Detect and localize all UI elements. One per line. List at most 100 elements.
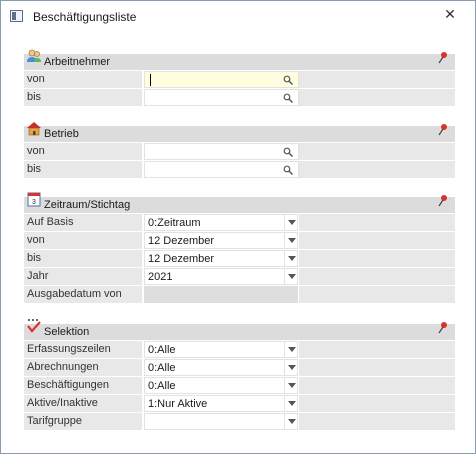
- section-header: 3 Zeitraum/Stichtag: [24, 192, 455, 213]
- field-label: Abrechnungen: [24, 359, 142, 376]
- search-icon[interactable]: [283, 165, 293, 175]
- row-tarifgruppe: Tarifgruppe: [24, 413, 455, 431]
- row-erfassungszeilen: Erfassungszeilen 0:Alle: [24, 341, 455, 359]
- checkmark-icon: [27, 319, 41, 333]
- close-button[interactable]: ✕: [438, 5, 462, 23]
- chevron-down-icon[interactable]: [284, 269, 297, 284]
- row-filler: [299, 395, 455, 412]
- chevron-down-icon[interactable]: [284, 360, 297, 375]
- field-label: Erfassungszeilen: [24, 341, 142, 358]
- text-caret: [150, 74, 151, 86]
- chevron-down-icon[interactable]: [284, 342, 297, 357]
- chevron-down-icon[interactable]: [284, 233, 297, 248]
- tarifgruppe-select[interactable]: [144, 413, 298, 430]
- row-filler: [299, 250, 455, 267]
- row-filler: [299, 413, 455, 430]
- row-filler: [299, 161, 455, 178]
- chevron-down-icon[interactable]: [284, 251, 297, 266]
- abrechnungen-select[interactable]: 0:Alle: [144, 359, 298, 376]
- row-filler: [299, 359, 455, 376]
- aktive-inaktive-select[interactable]: 1:Nur Aktive: [144, 395, 298, 412]
- row-arbeitnehmer-von: von: [24, 71, 455, 89]
- auf-basis-select[interactable]: 0:Zeitraum: [144, 214, 298, 231]
- section-header: Arbeitnehmer: [24, 49, 455, 70]
- calendar-icon: 3: [27, 192, 41, 207]
- chevron-down-icon[interactable]: [284, 215, 297, 230]
- row-filler: [299, 214, 455, 231]
- search-icon[interactable]: [283, 75, 293, 85]
- chevron-down-icon[interactable]: [284, 396, 297, 411]
- jahr-select[interactable]: 2021: [144, 268, 298, 285]
- building-icon: [27, 122, 41, 136]
- field-label: Beschäftigungen: [24, 377, 142, 394]
- row-zeitraum-bis: bis 12 Dezember: [24, 250, 455, 268]
- field-label: bis: [24, 89, 142, 106]
- section-title: Zeitraum/Stichtag: [44, 199, 131, 211]
- pin-icon[interactable]: [437, 194, 449, 208]
- field-label: von: [24, 71, 142, 88]
- field-value: 0:Alle: [148, 362, 176, 374]
- pin-icon[interactable]: [437, 123, 449, 137]
- dialog-window: Beschäftigungsliste ✕ Arbeitnehmer von b…: [0, 0, 476, 454]
- field-label: von: [24, 232, 142, 249]
- section-title: Betrieb: [44, 128, 79, 140]
- row-aktive-inaktive: Aktive/Inaktive 1:Nur Aktive: [24, 395, 455, 413]
- row-filler: [299, 268, 455, 285]
- row-filler: [299, 143, 455, 160]
- field-value: 0:Zeitraum: [148, 217, 201, 229]
- app-icon: [10, 10, 23, 22]
- section-betrieb: Betrieb von bis: [24, 122, 455, 179]
- search-icon[interactable]: [283, 93, 293, 103]
- field-label: bis: [24, 161, 142, 178]
- pin-icon[interactable]: [437, 321, 449, 335]
- arbeitnehmer-von-input[interactable]: [144, 71, 299, 88]
- field-label: von: [24, 143, 142, 160]
- zeitraum-bis-select[interactable]: 12 Dezember: [144, 250, 298, 267]
- row-abrechnungen: Abrechnungen 0:Alle: [24, 359, 455, 377]
- row-filler: [299, 286, 455, 303]
- row-ausgabedatum: Ausgabedatum von: [24, 286, 455, 304]
- row-filler: [299, 89, 455, 106]
- section-zeitraum: 3 Zeitraum/Stichtag Auf Basis 0:Zeitraum…: [24, 192, 455, 304]
- field-value: 0:Alle: [148, 380, 176, 392]
- chevron-down-icon[interactable]: [284, 378, 297, 393]
- window-title: Beschäftigungsliste: [33, 10, 137, 24]
- search-icon[interactable]: [283, 147, 293, 157]
- field-value: 1:Nur Aktive: [148, 398, 208, 410]
- row-jahr: Jahr 2021: [24, 268, 455, 286]
- pin-icon[interactable]: [437, 51, 449, 65]
- field-label: Auf Basis: [24, 214, 142, 231]
- ausgabedatum-von-field: [144, 286, 298, 303]
- field-label: Aktive/Inaktive: [24, 395, 142, 412]
- beschaeftigungen-select[interactable]: 0:Alle: [144, 377, 298, 394]
- row-auf-basis: Auf Basis 0:Zeitraum: [24, 214, 455, 232]
- arbeitnehmer-bis-input[interactable]: [144, 89, 299, 106]
- row-filler: [299, 377, 455, 394]
- section-selektion: Selektion Erfassungszeilen 0:Alle Abrech…: [24, 319, 455, 431]
- section-header: Betrieb: [24, 122, 455, 142]
- row-filler: [299, 232, 455, 249]
- title-bar: Beschäftigungsliste ✕: [1, 1, 475, 31]
- betrieb-bis-input[interactable]: [144, 161, 299, 178]
- field-value: 12 Dezember: [148, 253, 215, 265]
- field-value: 0:Alle: [148, 344, 176, 356]
- zeitraum-von-select[interactable]: 12 Dezember: [144, 232, 298, 249]
- section-title: Selektion: [44, 326, 90, 338]
- section-title: Arbeitnehmer: [44, 56, 111, 68]
- row-filler: [299, 71, 455, 88]
- row-betrieb-von: von: [24, 143, 455, 161]
- svg-text:3: 3: [32, 199, 36, 206]
- field-label: Ausgabedatum von: [24, 286, 142, 303]
- erfassungszeilen-select[interactable]: 0:Alle: [144, 341, 298, 358]
- field-label: Tarifgruppe: [24, 413, 142, 430]
- row-beschaeftigungen: Beschäftigungen 0:Alle: [24, 377, 455, 395]
- row-arbeitnehmer-bis: bis: [24, 89, 455, 107]
- row-betrieb-bis: bis: [24, 161, 455, 179]
- chevron-down-icon[interactable]: [284, 414, 297, 429]
- section-header: Selektion: [24, 319, 455, 340]
- users-icon: [27, 49, 41, 62]
- row-zeitraum-von: von 12 Dezember: [24, 232, 455, 250]
- field-value: 12 Dezember: [148, 235, 215, 247]
- field-label: bis: [24, 250, 142, 267]
- betrieb-von-input[interactable]: [144, 143, 299, 160]
